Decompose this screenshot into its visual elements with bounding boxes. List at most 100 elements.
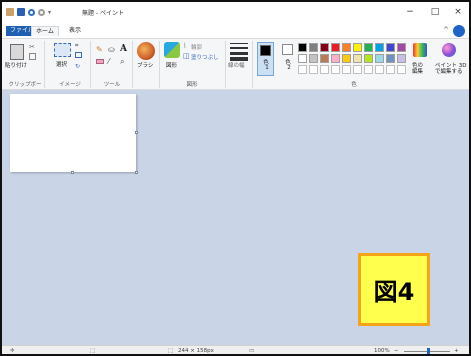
ribbon-divider bbox=[90, 41, 91, 88]
tab-home[interactable]: ホーム bbox=[31, 26, 59, 36]
canvas-resize-handle-bottom[interactable] bbox=[71, 171, 74, 174]
maximize-button[interactable]: □ bbox=[424, 5, 446, 19]
custom-color-slot[interactable] bbox=[320, 65, 329, 74]
cut-icon[interactable]: ✂ bbox=[29, 43, 35, 51]
outline-icon[interactable]: ⌇ bbox=[183, 42, 186, 50]
palette-swatch[interactable] bbox=[397, 54, 406, 63]
zoom-out-button[interactable]: − bbox=[394, 348, 399, 354]
custom-color-slot[interactable] bbox=[342, 65, 351, 74]
paint-app-icon bbox=[6, 8, 14, 16]
paint3d-button-line2[interactable]: で編集する bbox=[435, 67, 463, 75]
quick-access-toolbar: ▾ bbox=[6, 7, 51, 17]
line-width-button[interactable]: 線の幅 bbox=[228, 61, 245, 69]
palette-swatch[interactable] bbox=[397, 43, 406, 52]
palette-swatch[interactable] bbox=[342, 43, 351, 52]
ribbon-divider bbox=[252, 41, 253, 88]
canvas-resize-handle-right[interactable] bbox=[135, 131, 138, 134]
selection-size-icon: ⬚ bbox=[90, 348, 96, 354]
color-picker-icon[interactable]: ⁄ bbox=[108, 57, 109, 66]
save-icon[interactable] bbox=[17, 8, 25, 16]
palette-swatch[interactable] bbox=[375, 54, 384, 63]
brush-icon[interactable] bbox=[137, 42, 155, 60]
figure-badge-text: 図4 bbox=[373, 278, 415, 306]
zoom-level: 100% bbox=[374, 348, 390, 354]
paint-window: ▾ 無題 - ペイント − □ × ファイル ホーム 表示 ^ 貼り付け ✂ ク… bbox=[0, 0, 471, 356]
custom-color-slot[interactable] bbox=[298, 65, 307, 74]
close-button[interactable]: × bbox=[447, 5, 469, 19]
custom-color-slot[interactable] bbox=[331, 65, 340, 74]
palette-swatch[interactable] bbox=[386, 43, 395, 52]
edit-colors-icon[interactable] bbox=[413, 43, 427, 57]
select-icon[interactable] bbox=[54, 43, 71, 57]
eraser-icon[interactable] bbox=[96, 59, 104, 64]
figure-badge: 図4 bbox=[358, 253, 430, 326]
resize-icon[interactable] bbox=[75, 52, 82, 58]
image-group-label: イメージ bbox=[59, 82, 81, 88]
select-button[interactable]: 選択 bbox=[56, 60, 67, 68]
color1-number: 1 bbox=[265, 65, 269, 71]
paint3d-icon[interactable] bbox=[442, 43, 456, 57]
color-palette bbox=[298, 43, 410, 74]
window-title: 無題 - ペイント bbox=[82, 10, 124, 17]
palette-swatch[interactable] bbox=[331, 43, 340, 52]
palette-swatch[interactable] bbox=[342, 54, 351, 63]
canvas-size-icon: ⬚ bbox=[168, 348, 174, 354]
text-icon[interactable]: A bbox=[120, 44, 127, 54]
title-bar: ▾ 無題 - ペイント − □ × bbox=[2, 2, 469, 24]
palette-swatch[interactable] bbox=[320, 43, 329, 52]
fill-shape-icon[interactable]: ◫ bbox=[183, 52, 190, 60]
tab-view[interactable]: 表示 bbox=[65, 26, 85, 36]
line-width-icon[interactable] bbox=[230, 43, 248, 61]
canvas-size-text: 244 × 158px bbox=[178, 348, 214, 354]
undo-icon[interactable] bbox=[28, 8, 35, 16]
shape-fill-label[interactable]: 塗りつぶし bbox=[191, 53, 219, 61]
color2-number: 2 bbox=[287, 65, 291, 71]
magnifier-icon[interactable]: ⌕ bbox=[120, 57, 124, 67]
paste-icon[interactable] bbox=[10, 44, 24, 60]
palette-swatch[interactable] bbox=[353, 54, 362, 63]
status-bar: ✛ ⬚ ⬚ 244 × 158px ▭ 100% − + bbox=[2, 345, 469, 354]
copy-icon[interactable] bbox=[29, 53, 36, 60]
palette-swatch[interactable] bbox=[309, 54, 318, 63]
tools-group-label: ツール bbox=[103, 82, 121, 88]
custom-color-slot[interactable] bbox=[364, 65, 373, 74]
help-icon[interactable] bbox=[453, 25, 465, 37]
palette-swatch[interactable] bbox=[320, 54, 329, 63]
rotate-icon[interactable]: ↻ bbox=[75, 63, 80, 70]
color2-swatch[interactable] bbox=[282, 44, 293, 55]
custom-color-slot[interactable] bbox=[375, 65, 384, 74]
custom-color-slot[interactable] bbox=[397, 65, 406, 74]
ribbon-divider bbox=[225, 41, 226, 88]
minimize-button[interactable]: − bbox=[399, 5, 421, 19]
pencil-icon[interactable]: ✎ bbox=[96, 45, 103, 54]
canvas-resize-handle-corner[interactable] bbox=[135, 171, 138, 174]
brush-button[interactable]: ブラシ bbox=[137, 61, 153, 69]
shapes-button[interactable]: 図形 bbox=[166, 61, 177, 69]
ribbon-divider bbox=[132, 41, 133, 88]
zoom-in-button[interactable]: + bbox=[454, 348, 459, 354]
outline-label[interactable]: 輪郭 bbox=[191, 43, 202, 51]
collapse-ribbon-icon[interactable]: ^ bbox=[443, 26, 449, 34]
drawing-canvas[interactable] bbox=[10, 94, 136, 172]
paste-button[interactable]: 貼り付け bbox=[5, 61, 27, 69]
fill-icon[interactable]: ⛀ bbox=[108, 45, 115, 54]
palette-swatch[interactable] bbox=[298, 43, 307, 52]
palette-swatch[interactable] bbox=[364, 54, 373, 63]
redo-icon[interactable] bbox=[38, 8, 45, 16]
crop-icon[interactable]: ⌗ bbox=[75, 42, 78, 50]
palette-swatch[interactable] bbox=[386, 54, 395, 63]
palette-swatch[interactable] bbox=[309, 43, 318, 52]
palette-swatch[interactable] bbox=[331, 54, 340, 63]
customize-toolbar-icon[interactable]: ▾ bbox=[48, 9, 51, 16]
colors-group-label: 色 bbox=[351, 82, 357, 88]
palette-swatch[interactable] bbox=[375, 43, 384, 52]
palette-swatch[interactable] bbox=[298, 54, 307, 63]
palette-swatch[interactable] bbox=[364, 43, 373, 52]
custom-color-slot[interactable] bbox=[353, 65, 362, 74]
edit-colors-button-line2[interactable]: 編集 bbox=[412, 67, 423, 75]
zoom-slider-thumb[interactable] bbox=[427, 348, 430, 354]
custom-color-slot[interactable] bbox=[386, 65, 395, 74]
custom-color-slot[interactable] bbox=[309, 65, 318, 74]
shapes-icon[interactable] bbox=[164, 42, 180, 58]
palette-swatch[interactable] bbox=[353, 43, 362, 52]
